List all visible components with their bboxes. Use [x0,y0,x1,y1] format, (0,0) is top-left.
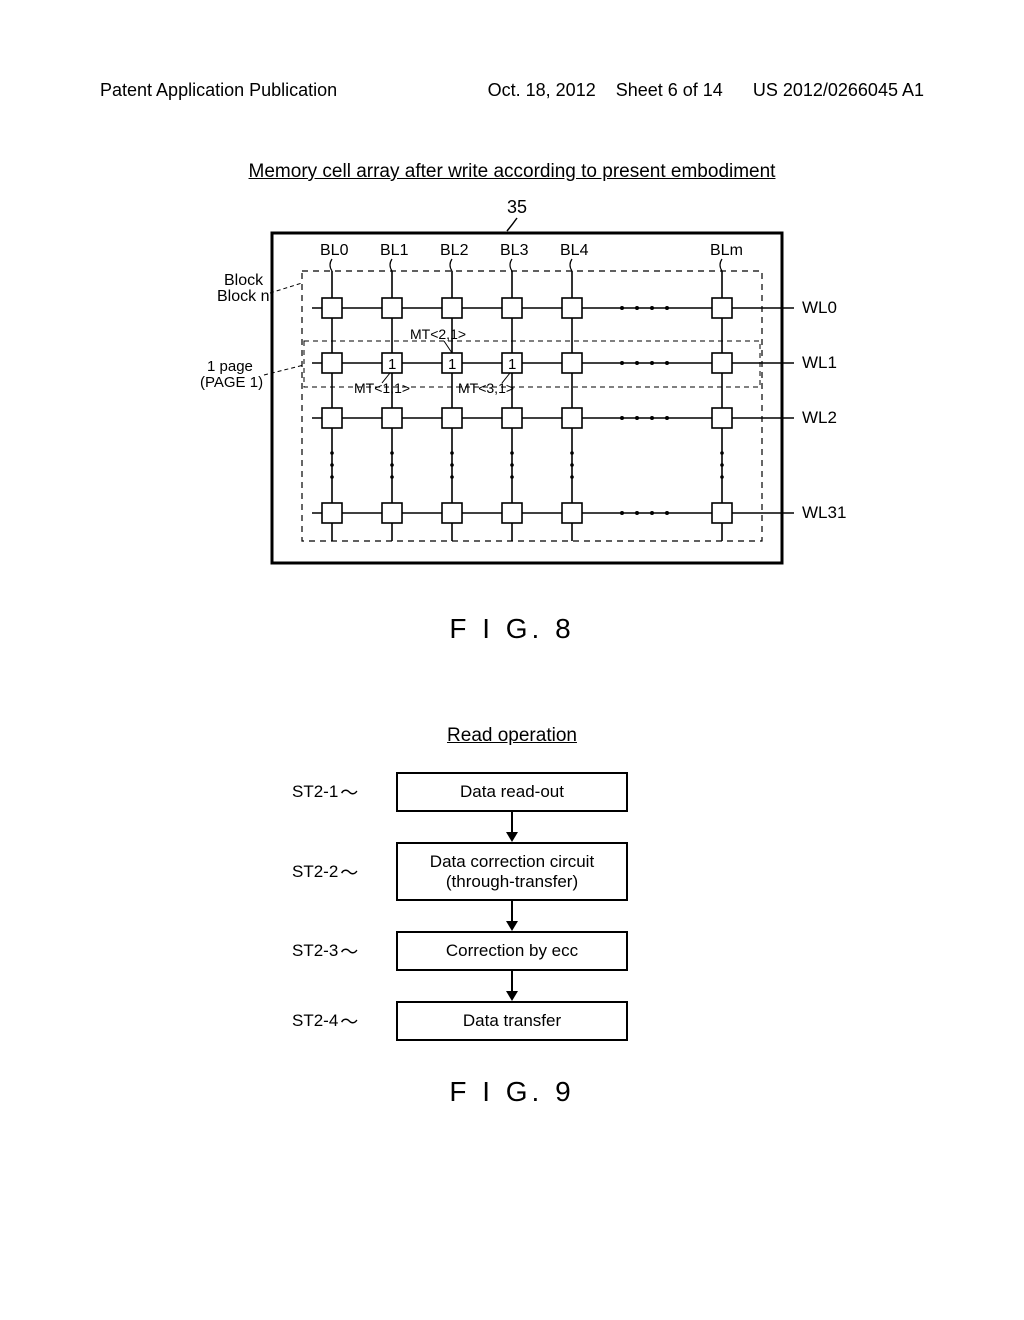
step-label-2: ST2-2〜 [292,859,362,885]
wl31-label: WL31 [802,503,846,522]
fig9-flowchart: ST2-1〜 Data read-out ST2-2〜 Data correct… [292,772,732,1041]
header-sheet: Sheet 6 of 14 [616,80,723,100]
cell-val-2: 1 [448,356,456,373]
page-label-1: 1 page [207,358,253,375]
step-box-1: Data read-out [396,772,628,812]
header-left: Patent Application Publication [100,80,337,101]
arrow-icon [292,812,732,842]
bl3-label: BL3 [500,242,529,259]
page-header: Patent Application Publication Oct. 18, … [0,0,1024,101]
header-date: Oct. 18, 2012 [488,80,596,100]
block-label-1: Block [224,272,264,289]
page-label-2: (PAGE 1) [200,374,263,391]
memory-cells [322,298,732,523]
arrow-icon [292,971,732,1001]
cell-val-3: 1 [508,356,516,373]
step-box-3: Correction by ecc [396,931,628,971]
wl2-label: WL2 [802,408,837,427]
bl0-label: BL0 [320,242,349,259]
block-label-2: Block n [217,288,269,305]
mt21-label: MT<2,1> [410,326,466,342]
bl1-label: BL1 [380,242,409,259]
step-label-3: ST2-3〜 [292,938,362,964]
step-label-4: ST2-4〜 [292,1008,362,1034]
bl4-label: BL4 [560,242,589,259]
fig9-caption: F I G. 9 [0,1076,1024,1108]
header-pubnum: US 2012/0266045 A1 [753,80,924,100]
arrow-icon [292,901,732,931]
step-label-1: ST2-1〜 [292,779,362,805]
step-box-4: Data transfer [396,1001,628,1041]
step-box-2: Data correction circuit (through-transfe… [396,842,628,901]
fig8-diagram: 35 Block Block n 1 page (PAGE 1) BL0 BL1… [162,193,862,593]
header-right: Oct. 18, 2012 Sheet 6 of 14 US 2012/0266… [488,80,924,101]
bl2-label: BL2 [440,242,469,259]
wl1-label: WL1 [802,353,837,372]
fig8-refnum: 35 [507,197,527,217]
blm-label: BLm [710,242,743,259]
fig8-caption: F I G. 8 [0,613,1024,645]
wl0-label: WL0 [802,298,837,317]
fig8-title: Memory cell array after write according … [0,161,1024,183]
fig9-title: Read operation [0,725,1024,747]
cell-val-1: 1 [388,356,396,373]
mt31-label: MT<3,1> [458,380,514,396]
